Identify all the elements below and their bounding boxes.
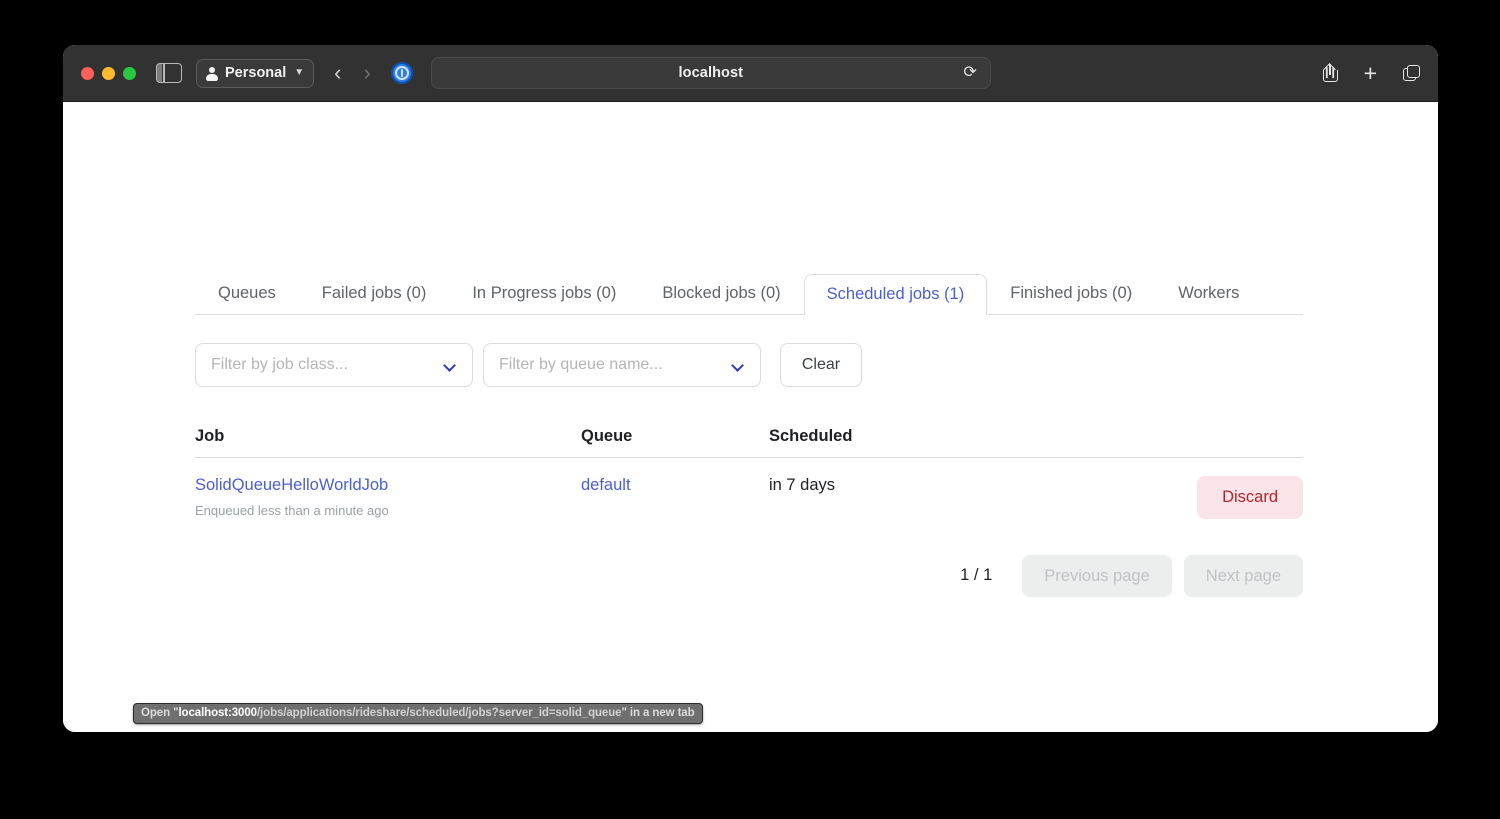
filters-row: Filter by job class... Filter by queue n… <box>195 343 1303 387</box>
new-tab-button[interactable]: + <box>1364 61 1377 85</box>
column-header-scheduled: Scheduled <box>769 427 853 445</box>
scheduled-time-text: in 7 days <box>769 476 836 494</box>
status-bar-host: localhost:3000 <box>178 707 257 719</box>
person-icon <box>205 66 218 81</box>
navigation-buttons: ‹ › <box>334 62 371 84</box>
job-class-link[interactable]: SolidQueueHelloWorldJob <box>195 476 581 495</box>
tab-scheduled-jobs[interactable]: Scheduled jobs (1) <box>803 273 988 315</box>
job-enqueued-meta: Enqueued less than a minute ago <box>195 502 389 518</box>
titlebar-actions: + <box>1293 61 1420 85</box>
column-header-queue: Queue <box>581 427 633 445</box>
url-text: localhost <box>678 65 744 81</box>
site-favicon-icon <box>390 62 413 84</box>
queue-name-filter-placeholder: Filter by queue name... <box>499 356 663 373</box>
table-row: SolidQueueHelloWorldJob Enqueued less th… <box>195 458 1303 519</box>
sidebar-toggle-icon[interactable] <box>156 63 182 83</box>
next-page-button[interactable]: Next page <box>1183 554 1303 598</box>
table-cell-scheduled: in 7 days <box>769 476 1129 495</box>
tab-in-progress-jobs[interactable]: In Progress jobs (0) <box>449 284 639 315</box>
previous-page-button[interactable]: Previous page <box>1022 554 1172 598</box>
reload-icon[interactable]: ⟳ <box>963 65 976 81</box>
window-controls <box>81 66 136 80</box>
queue-name-filter-select[interactable]: Filter by queue name... <box>483 343 761 387</box>
tab-workers[interactable]: Workers <box>1155 284 1262 315</box>
status-bar-path: /jobs/applications/rideshare/scheduled/j… <box>256 707 622 719</box>
chevron-down-icon: ▼ <box>294 67 305 78</box>
minimize-window-button[interactable] <box>102 66 115 80</box>
share-arrow-head <box>1323 63 1337 77</box>
queue-link[interactable]: default <box>581 476 631 494</box>
scheduled-jobs-table: Job Queue Scheduled SolidQueueHelloWorld… <box>195 427 1303 519</box>
screen: Personal ▼ ‹ › localhost ⟳ + Queues Fail… <box>0 0 1500 819</box>
tab-finished-jobs[interactable]: Finished jobs (0) <box>987 284 1155 315</box>
profile-switcher-button[interactable]: Personal ▼ <box>196 58 315 88</box>
browser-titlebar: Personal ▼ ‹ › localhost ⟳ + <box>63 45 1438 102</box>
jobs-tabbar: Queues Failed jobs (0) In Progress jobs … <box>195 272 1303 315</box>
browser-window: Personal ▼ ‹ › localhost ⟳ + Queues Fail… <box>63 45 1438 732</box>
job-class-filter-placeholder: Filter by job class... <box>211 356 348 373</box>
status-bar-link-preview: Open "localhost:3000/jobs/applications/r… <box>133 703 703 724</box>
chevron-down-icon <box>444 361 457 369</box>
clear-filters-button[interactable]: Clear <box>780 343 862 387</box>
table-header-row: Job Queue Scheduled <box>195 427 1303 458</box>
chevron-down-icon <box>732 361 745 369</box>
table-cell-job: SolidQueueHelloWorldJob Enqueued less th… <box>195 476 581 519</box>
job-class-filter-select[interactable]: Filter by job class... <box>195 343 473 387</box>
tab-failed-jobs[interactable]: Failed jobs (0) <box>299 284 450 315</box>
back-button[interactable]: ‹ <box>334 62 341 84</box>
discard-job-button[interactable]: Discard <box>1197 476 1303 519</box>
tab-blocked-jobs[interactable]: Blocked jobs (0) <box>639 284 803 315</box>
maximize-window-button[interactable] <box>123 66 136 80</box>
page-content: Queues Failed jobs (0) In Progress jobs … <box>63 102 1438 732</box>
tab-queues[interactable]: Queues <box>195 284 299 315</box>
column-header-job: Job <box>195 427 225 445</box>
table-cell-queue: default <box>581 476 769 495</box>
address-bar[interactable]: localhost ⟳ <box>430 57 991 89</box>
pagination: 1 / 1 Previous page Next page <box>195 554 1303 598</box>
dashboard-container: Queues Failed jobs (0) In Progress jobs … <box>195 272 1303 598</box>
tab-overview-button[interactable] <box>1403 64 1420 82</box>
close-window-button[interactable] <box>81 66 94 80</box>
page-indicator: 1 / 1 <box>960 566 993 585</box>
share-icon[interactable] <box>1322 63 1338 82</box>
status-bar-suffix: " in a new tab <box>621 707 695 719</box>
forward-button[interactable]: › <box>363 62 370 84</box>
table-cell-actions: Discard <box>1129 476 1303 519</box>
profile-label: Personal <box>225 65 287 81</box>
status-bar-prefix: Open " <box>141 707 179 719</box>
